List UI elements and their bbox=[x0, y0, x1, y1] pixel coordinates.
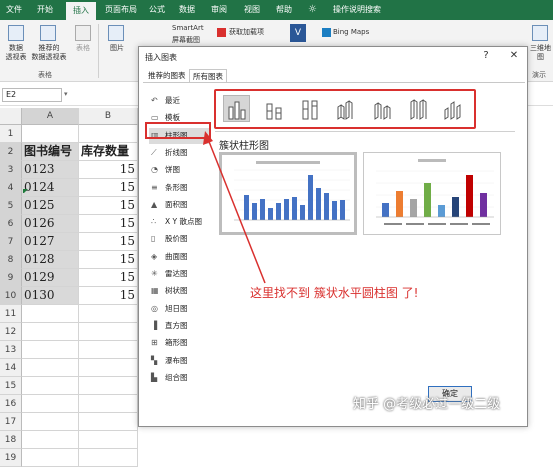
annotation-text: 这里找不到 簇状水平圆柱图 了! bbox=[250, 286, 419, 300]
row-header[interactable]: 18 bbox=[0, 431, 22, 449]
watermark: 知乎 @考级必过一级二级 bbox=[353, 397, 501, 412]
cell-b[interactable] bbox=[79, 431, 138, 449]
cell-a[interactable] bbox=[22, 431, 79, 449]
annotation-arrow bbox=[203, 131, 266, 284]
cell-a[interactable] bbox=[22, 449, 79, 467]
cell-b[interactable] bbox=[79, 449, 138, 467]
row-header[interactable]: 19 bbox=[0, 449, 22, 467]
